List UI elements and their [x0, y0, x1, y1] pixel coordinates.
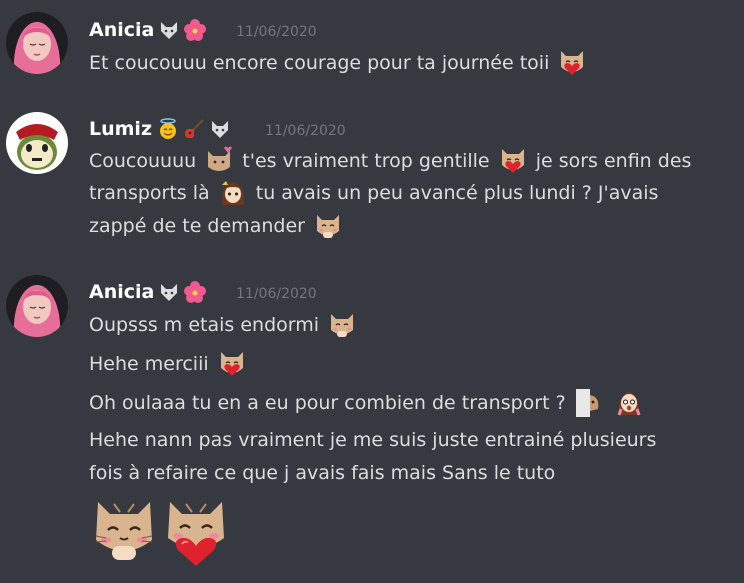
cat-heart-emoji[interactable] — [217, 348, 247, 378]
message-text: zappé de te demander — [89, 215, 305, 237]
message-text: fois à refaire ce que j avais fais mais … — [89, 462, 556, 484]
user-badges — [158, 19, 206, 41]
message-line: Hehe nann pas vraiment je me suis juste … — [89, 424, 656, 457]
message-line: transports là tu avais un peu avancé plu… — [89, 177, 658, 210]
cat-heart-emoji[interactable] — [498, 145, 528, 175]
avatar-anicia[interactable] — [6, 12, 68, 74]
scared-girl-emoji[interactable] — [614, 387, 644, 417]
message-text: Et coucouuu encore courage pour ta journ… — [89, 52, 550, 74]
message-text: t'es vraiment trop gentille — [242, 150, 490, 172]
message-text: Hehe merciii — [89, 353, 209, 375]
hibiscus-badge-icon — [184, 281, 206, 303]
cat-blush-emoji[interactable] — [327, 309, 357, 339]
message-text: je sors enfin des — [535, 150, 692, 172]
message-line: fois à refaire ce que j avais fais mais … — [89, 457, 555, 490]
guitar-badge-icon — [185, 119, 204, 139]
message-text: Hehe nann pas vraiment je me suis juste … — [89, 429, 657, 451]
username[interactable]: Anicia — [89, 17, 154, 43]
wolf-badge-icon — [212, 121, 228, 138]
anime-girl-emoji[interactable] — [218, 177, 248, 207]
angel-face-badge-icon — [160, 118, 176, 139]
user-badges — [158, 281, 206, 303]
user-badges — [157, 118, 231, 140]
cat-love-emoji[interactable] — [204, 145, 234, 175]
wolf-badge-icon — [161, 22, 177, 39]
message-text: Coucouuuu — [89, 150, 197, 172]
message-text: Oh oulaaa tu en a eu pour combien de tra… — [89, 392, 566, 414]
avatar-lumiz[interactable] — [6, 112, 68, 174]
message-line: Hehe merciii — [89, 348, 249, 381]
message-line: zappé de te demander — [89, 210, 345, 243]
message-text: Oupsss m etais endormi — [89, 314, 320, 336]
cat-blush-emoji-large[interactable] — [92, 496, 156, 568]
peek-wall-emoji[interactable] — [574, 387, 604, 417]
username[interactable]: Lumiz — [89, 116, 152, 142]
hibiscus-badge-icon — [184, 19, 206, 41]
timestamp[interactable]: 11/06/2020 — [236, 19, 317, 45]
cat-heart-emoji-large[interactable] — [164, 496, 228, 568]
timestamp[interactable]: 11/06/2020 — [265, 118, 346, 144]
message-line: Coucouuuu t'es vraiment trop gentille je… — [89, 145, 691, 178]
message-line: Et coucouuu encore courage pour ta journ… — [89, 47, 589, 80]
message-text: transports là — [89, 182, 210, 204]
timestamp[interactable]: 11/06/2020 — [236, 281, 317, 307]
avatar-anicia[interactable] — [6, 275, 68, 337]
cat-heart-emoji[interactable] — [557, 47, 587, 77]
message-line: Oh oulaaa tu en a eu pour combien de tra… — [89, 387, 646, 420]
cat-blush-emoji[interactable] — [313, 210, 343, 240]
wolf-badge-icon — [161, 284, 177, 301]
message-line: Oupsss m etais endormi — [89, 309, 359, 342]
message-text: tu avais un peu avancé plus lundi ? J'av… — [255, 182, 659, 204]
username[interactable]: Anicia — [89, 279, 154, 305]
